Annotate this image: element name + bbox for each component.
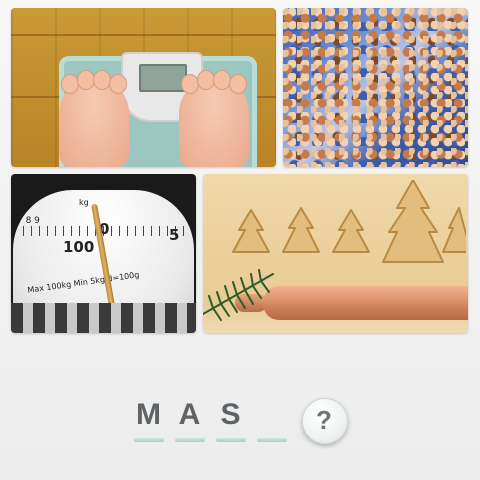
floor-plank-line bbox=[11, 34, 276, 36]
toe bbox=[93, 70, 111, 90]
answer-slot-1[interactable]: M bbox=[134, 396, 164, 444]
toe bbox=[229, 74, 247, 94]
answer-slot-underline bbox=[134, 438, 164, 442]
clue-image-analog-scale: 7 8 9 kg 100 0 5 Max 100kg Min 5kg d=100… bbox=[11, 174, 196, 333]
hint-button[interactable]: ? bbox=[296, 398, 348, 444]
answer-letter: S bbox=[220, 398, 242, 431]
scale-display-screen bbox=[139, 64, 187, 92]
answer-slot-4[interactable] bbox=[257, 396, 287, 444]
answer-slot-2[interactable]: A bbox=[175, 396, 205, 444]
tree-shape bbox=[332, 209, 370, 253]
answer-letter bbox=[257, 396, 287, 434]
clue-image-bathroom-scale bbox=[11, 8, 276, 167]
toe bbox=[109, 74, 127, 94]
dial-number-5: 5 bbox=[169, 226, 180, 244]
tree-shape bbox=[442, 207, 466, 253]
tree-shape bbox=[382, 180, 444, 263]
tree-cutouts bbox=[232, 180, 466, 263]
game-screen: 7 8 9 kg 100 0 5 Max 100kg Min 5kg d=100… bbox=[0, 0, 480, 480]
pine-branch bbox=[203, 269, 274, 321]
answer-slot-underline bbox=[257, 438, 287, 442]
answer-letter: M bbox=[136, 398, 162, 431]
answer-word: M A S bbox=[134, 396, 294, 444]
answer-slot-underline bbox=[175, 438, 205, 442]
rolling-pin bbox=[263, 286, 468, 320]
dial-left-numbers: 7 8 9 bbox=[17, 216, 40, 226]
clue-image-cookie-dough bbox=[203, 174, 468, 333]
clue-image-crowd bbox=[283, 8, 468, 167]
answer-slot-3[interactable]: S bbox=[216, 396, 246, 444]
scale-base-stripes bbox=[11, 303, 196, 333]
toe bbox=[213, 70, 231, 90]
question-mark-icon: ? bbox=[316, 405, 332, 435]
dial-unit-label: kg bbox=[79, 198, 89, 207]
left-foot bbox=[59, 70, 129, 167]
answer-slot-underline bbox=[216, 438, 246, 442]
dial-spec-text: Max 100kg Min 5kg d=100g bbox=[26, 270, 140, 295]
tree-shape bbox=[282, 207, 320, 253]
dial-number-100: 100 bbox=[63, 238, 95, 256]
answer-letter: A bbox=[178, 398, 202, 431]
tree-shape bbox=[232, 209, 270, 253]
right-foot bbox=[179, 70, 249, 167]
